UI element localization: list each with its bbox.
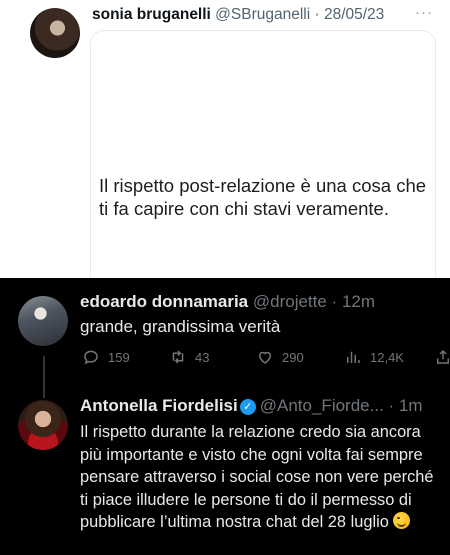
tweet-text: Il rispetto post-relazione è una cosa ch… (99, 175, 427, 219)
avatar-sonia[interactable] (30, 8, 80, 58)
verified-badge-icon: ✓ (239, 399, 256, 415)
thread-connector (43, 356, 45, 398)
reply1-header: edoardo donnamaria @drojette · 12m (80, 292, 375, 312)
reply2-meta: @Anto_Fiorde... · 1m (259, 396, 423, 415)
retweet-icon (172, 350, 184, 364)
like-button[interactable]: 290 (256, 348, 304, 366)
views-count: 12,4K (370, 349, 404, 365)
views-icon (347, 351, 360, 363)
share-button[interactable] (434, 348, 450, 366)
reply2-text-block: Il rispetto durante la relazione credo s… (80, 421, 442, 534)
author-name[interactable]: sonia bruganelli (92, 6, 211, 23)
author-meta: @SBruganelli · 28/05/23 (215, 6, 385, 23)
reply2-author-name[interactable]: Antonella Fiordelisi (80, 396, 238, 415)
avatar-antonella[interactable] (18, 400, 68, 450)
reply2-text: Il rispetto durante la relazione credo s… (80, 423, 434, 532)
reply1-author-name[interactable]: edoardo donnamaria (80, 292, 248, 311)
reply-button[interactable]: 159 (82, 348, 130, 366)
share-icon (437, 349, 449, 364)
tweet-image-card[interactable]: Il rispetto post-relazione è una cosa ch… (90, 30, 436, 286)
reply2-header: Antonella Fiordelisi ✓ @Anto_Fiorde... · 1… (80, 396, 423, 416)
like-count: 290 (282, 349, 304, 365)
more-options-icon[interactable]: ··· (415, 4, 433, 21)
reply-icon (84, 350, 98, 365)
reply1-text: grande, grandissima verità (80, 317, 281, 336)
tweet-header: sonia bruganelli @SBruganelli · 28/05/23 (92, 6, 384, 24)
reply1-action-bar: 159 43 290 12,4K (80, 348, 450, 370)
views-button[interactable]: 12,4K (344, 348, 404, 366)
retweet-count: 43 (195, 349, 210, 365)
avatar-edoardo[interactable] (18, 296, 68, 346)
original-tweet: sonia bruganelli @SBruganelli · 28/05/23… (0, 0, 450, 286)
reply-count: 159 (108, 349, 130, 365)
reply1-meta: @drojette · 12m (252, 292, 376, 311)
retweet-button[interactable]: 43 (169, 348, 209, 366)
wink-emoji-icon (393, 512, 411, 530)
reply-thread: edoardo donnamaria @drojette · 12m grand… (0, 278, 450, 555)
like-icon (258, 351, 272, 364)
